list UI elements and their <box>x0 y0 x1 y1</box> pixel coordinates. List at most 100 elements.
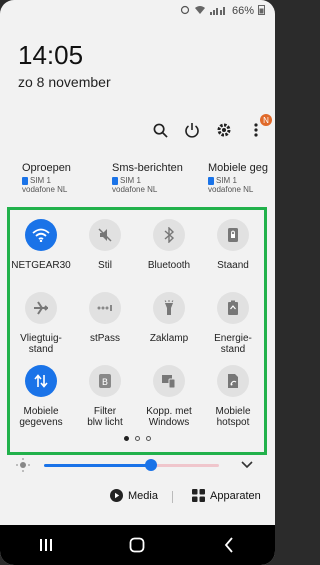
tile-label-line2: stand <box>28 344 54 355</box>
tile-label-line2: hotspot <box>216 417 250 428</box>
tile-smartpass[interactable]: stPass <box>73 292 137 344</box>
power-icon <box>185 123 199 138</box>
sim-mobile-data[interactable]: Mobiele geg SIM 1 vodafone NL <box>198 162 275 194</box>
tile-blue-light-filter[interactable]: B Filter blw licht <box>73 365 137 428</box>
sim-slot: SIM 1 <box>120 176 141 185</box>
page-dot-1[interactable] <box>124 436 129 441</box>
sim-icon <box>22 176 28 185</box>
divider <box>172 491 173 503</box>
devices-label: Apparaten <box>210 489 261 502</box>
svg-text:B: B <box>102 378 108 388</box>
sim-calls[interactable]: Oproepen SIM 1 vodafone NL <box>0 162 102 194</box>
tile-wifi[interactable]: NETGEAR30 <box>9 219 73 271</box>
sim-carrier: vodafone NL <box>208 185 254 194</box>
mute-icon <box>98 228 112 242</box>
media-devices-row: Media Apparaten <box>0 487 275 507</box>
tile-sound[interactable]: Stil <box>73 219 137 271</box>
devices-button[interactable]: Apparaten <box>192 489 261 502</box>
chevron-down-icon[interactable] <box>241 461 253 469</box>
tile-label: Vliegtuig- <box>20 333 62 344</box>
more-vertical-icon <box>254 123 258 137</box>
navigation-bar <box>0 525 275 565</box>
tile-label: Energie- <box>214 333 252 344</box>
page-indicator <box>0 436 275 441</box>
tile-bluetooth[interactable]: Bluetooth <box>137 219 201 271</box>
alarm-icon <box>180 5 190 18</box>
brightness-control <box>16 458 266 474</box>
tile-orientation[interactable]: Staand <box>201 219 265 271</box>
link-windows-icon <box>162 375 176 389</box>
flashlight-icon <box>164 300 174 315</box>
tile-label: Filter <box>93 406 117 417</box>
signal-icon <box>209 5 228 18</box>
devices-grid-icon <box>192 489 205 502</box>
wifi-status-icon <box>194 5 206 18</box>
recent-apps-button[interactable] <box>26 530 66 560</box>
gear-icon <box>217 123 231 137</box>
media-button[interactable]: Media <box>110 489 158 502</box>
sim-icon <box>208 176 214 185</box>
header-actions: N <box>151 114 272 139</box>
wifi-icon <box>32 228 50 242</box>
sim-title: Mobiele geg <box>208 162 268 174</box>
tile-link-windows[interactable]: Kopp. met Windows <box>137 365 201 428</box>
smartpass-icon <box>97 305 112 311</box>
sun-icon <box>16 458 30 472</box>
battery-percentage: 66% <box>231 5 254 17</box>
back-icon <box>224 537 233 553</box>
more-options-button[interactable]: N <box>247 114 272 139</box>
sim-icon <box>112 176 118 185</box>
home-icon <box>130 537 145 553</box>
clock-time: 14:05 <box>18 40 84 70</box>
tile-label-line2: blw licht <box>87 417 123 428</box>
tile-power-saving[interactable]: Energie- stand <box>201 292 265 355</box>
media-label: Media <box>128 489 158 502</box>
bluetooth-icon <box>164 227 175 243</box>
tile-label: Mobiele <box>215 406 251 417</box>
tile-label: Stil <box>98 260 112 271</box>
brightness-slider-thumb[interactable] <box>145 459 157 471</box>
page-dot-2[interactable] <box>135 436 140 441</box>
sim-carrier: vodafone NL <box>112 185 158 194</box>
sim-title: Sms-berichten <box>112 162 183 174</box>
tile-label: Mobiele <box>23 406 59 417</box>
sim-title: Oproepen <box>22 162 71 174</box>
tile-flashlight[interactable]: Zaklamp <box>137 292 201 344</box>
portrait-lock-icon <box>228 228 238 242</box>
tile-label: Staand <box>217 260 249 271</box>
power-button[interactable] <box>183 121 201 139</box>
sim-selector-row: Oproepen SIM 1 vodafone NL Sms-berichten… <box>0 162 275 194</box>
tile-label: stPass <box>89 333 120 344</box>
brightness-track-filled[interactable] <box>44 464 151 467</box>
blue-light-filter-icon: B <box>99 374 111 388</box>
home-button[interactable] <box>117 530 157 560</box>
tile-label-line2: Windows <box>148 417 190 428</box>
tile-hotspot[interactable]: Mobiele hotspot <box>201 365 265 428</box>
tile-airplane[interactable]: Vliegtuig- stand <box>9 292 73 355</box>
tile-label: Bluetooth <box>147 260 191 271</box>
hotspot-icon <box>228 374 238 388</box>
battery-icon <box>258 4 265 18</box>
mobile-data-icon <box>34 374 48 388</box>
tile-label: Zaklamp <box>149 333 189 344</box>
tile-label-line2: gegevens <box>19 417 63 428</box>
quick-panel-screen: 66% 14:05 zo 8 november N Oproepen SIM 1… <box>0 0 275 565</box>
tile-label: NETGEAR30 <box>11 260 71 271</box>
page-dot-3[interactable] <box>146 436 151 441</box>
tile-label-line2: stand <box>220 344 246 355</box>
search-icon <box>153 123 168 138</box>
sim-messages[interactable]: Sms-berichten SIM 1 vodafone NL <box>102 162 198 194</box>
sim-carrier: vodafone NL <box>22 185 68 194</box>
notification-badge: N <box>260 114 272 126</box>
settings-button[interactable] <box>215 121 233 139</box>
airplane-icon <box>34 301 48 315</box>
sim-slot: SIM 1 <box>30 176 51 185</box>
back-button[interactable] <box>209 530 249 560</box>
clock-date: zo 8 november <box>18 74 111 90</box>
brightness-track-remaining[interactable] <box>151 464 219 467</box>
play-icon <box>110 489 123 502</box>
search-button[interactable] <box>151 121 169 139</box>
power-saving-icon <box>228 300 238 315</box>
tile-mobile-data[interactable]: Mobiele gegevens <box>9 365 73 428</box>
recents-icon <box>39 539 52 551</box>
